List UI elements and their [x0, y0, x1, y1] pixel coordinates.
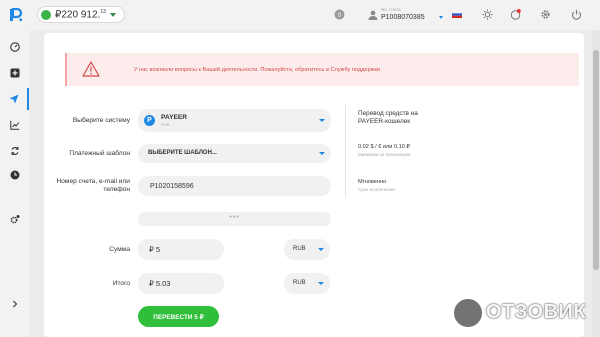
payeer-icon: P — [144, 115, 155, 126]
template-label: Платежный шаблон — [69, 150, 130, 157]
account-field-label: Номер счета, e-mail или телефон — [56, 178, 130, 193]
divider — [345, 105, 346, 197]
paper-plane-icon — [9, 94, 18, 104]
power-logout-icon[interactable] — [571, 9, 582, 20]
watermark-text: ОТЗОВИК — [486, 301, 587, 323]
chevron-down-icon — [109, 12, 116, 17]
ruble-currency-icon — [41, 9, 51, 20]
chevron-down-icon — [439, 16, 443, 19]
zero-badge-icon[interactable]: 0 — [334, 9, 345, 20]
system-name: PAYEER — [161, 114, 188, 121]
balance-selector[interactable]: ₽220 912.13 — [37, 6, 125, 23]
total-label: Итого — [112, 280, 130, 287]
chart-line-icon — [9, 120, 19, 130]
chevron-down-icon — [319, 119, 325, 122]
account-selector[interactable]: No. счета P1008070385 — [368, 7, 448, 25]
amount-input[interactable]: ₽ 5 — [138, 239, 224, 260]
template-value: ВЫБЕРИТЕ ШАБЛОН... — [148, 150, 217, 156]
chevron-right-icon — [12, 300, 17, 308]
balance-amount: ₽220 912.13 — [55, 8, 106, 21]
transfer-submit-button[interactable]: ПЕРЕВЕСТИ 5 ₽ — [138, 306, 219, 327]
sidebar-item-history[interactable] — [0, 164, 29, 186]
more-options-button[interactable]: ••• — [138, 212, 331, 226]
sidebar-item-transfer[interactable] — [0, 88, 29, 110]
warning-triangle-icon — [82, 61, 100, 77]
total-currency-select[interactable]: RUB — [284, 273, 330, 294]
total-value: ₽ 5.03 — [149, 279, 171, 288]
system-currency: RUB — [161, 122, 170, 127]
sun-theme-icon[interactable] — [482, 9, 493, 20]
chevron-down-icon — [318, 248, 324, 251]
top-bar: ₽220 912.13 0 No. счета P1008070385 — [0, 0, 600, 30]
sidebar-item-settings[interactable] — [0, 208, 29, 230]
fee-note: Минимум за транзакцию — [358, 152, 411, 157]
scrollbar-thumb[interactable] — [593, 50, 599, 270]
warning-alert: У нас возникли вопросы к Вашей деятельно… — [65, 53, 579, 86]
speed-value: Мгновенно — [358, 179, 387, 185]
amount-currency-select[interactable]: RUB — [284, 239, 330, 260]
sidebar-item-exchange[interactable] — [0, 140, 29, 162]
gears-icon — [10, 215, 19, 224]
russian-flag-icon[interactable] — [452, 11, 462, 18]
template-select[interactable]: ВЫБЕРИТЕ ШАБЛОН... — [138, 144, 331, 163]
plus-square-icon — [10, 68, 19, 78]
amount-value: ₽ 5 — [149, 245, 161, 254]
amount-label: Сумма — [109, 246, 130, 253]
fee-value: 0.02 $ / € или 0.10 ₽ — [358, 144, 410, 150]
account-number: P1008070385 — [381, 14, 425, 21]
gear-icon[interactable] — [540, 9, 551, 20]
chevron-down-icon — [318, 282, 324, 285]
chevron-down-icon — [319, 152, 325, 155]
more-dots: ••• — [229, 214, 240, 221]
transfer-card: У нас возникли вопросы к Вашей деятельно… — [44, 33, 584, 337]
speed-note: Срок исполнения — [358, 187, 395, 192]
clock-icon — [10, 170, 19, 180]
account-label: No. счета — [381, 7, 401, 12]
sidebar-expand-button[interactable] — [0, 293, 29, 315]
payeer-logo-icon[interactable] — [9, 8, 23, 22]
sidebar-item-deposit[interactable] — [0, 62, 29, 84]
total-currency: RUB — [293, 280, 306, 286]
user-icon — [368, 10, 378, 20]
speedometer-icon — [9, 42, 20, 52]
sidebar-item-dashboard[interactable] — [0, 36, 29, 58]
system-label: Выберите систему — [72, 117, 130, 124]
amount-currency: RUB — [293, 246, 306, 252]
alert-message: У нас возникли вопросы к Вашей деятельно… — [134, 67, 381, 73]
total-input[interactable]: ₽ 5.03 — [138, 273, 224, 294]
info-title: Перевод средств на PAYEER-кошелек — [358, 110, 418, 125]
sidebar — [0, 30, 29, 337]
exchange-arrows-icon — [11, 147, 18, 155]
svg-text:0: 0 — [338, 12, 342, 19]
sidebar-item-trading[interactable] — [0, 114, 29, 136]
recipient-account-value: P1020158596 — [150, 183, 194, 190]
page-scrollbar[interactable] — [592, 30, 600, 337]
system-select[interactable]: P PAYEER RUB — [138, 109, 331, 132]
otzovik-watermark: ОТЗОВИК — [452, 295, 598, 331]
recipient-account-input[interactable]: P1020158596 — [138, 176, 331, 196]
notifications-icon[interactable] — [510, 9, 521, 20]
otzovik-logo-icon — [452, 297, 484, 329]
